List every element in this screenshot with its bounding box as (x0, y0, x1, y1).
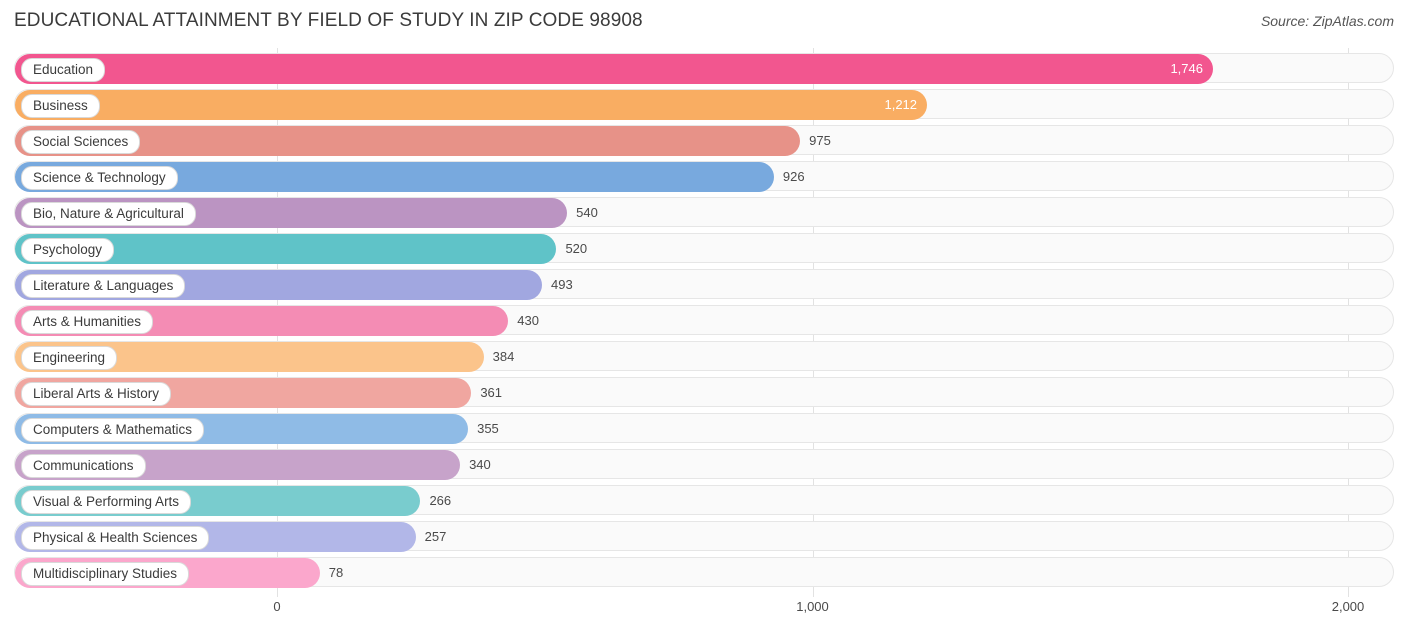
bar-label: Physical & Health Sciences (21, 526, 210, 550)
bar-value: 520 (565, 241, 588, 256)
bar-value: 257 (424, 529, 447, 544)
bar-label: Literature & Languages (21, 274, 186, 298)
table-row: Computers & Mathematics 355 (14, 413, 1394, 444)
bar-value: 540 (576, 205, 598, 220)
bar-label: Multidisciplinary Studies (21, 562, 190, 586)
plot-area: Education 1,746 Business 1,212 Social Scienc… (0, 42, 1406, 597)
bar-label: Engineering (21, 346, 118, 370)
bar-label: Social Sciences (21, 130, 141, 154)
bar-label: Arts & Humanities (21, 310, 154, 334)
chart-header: EDUCATIONAL ATTAINMENT BY FIELD OF STUDY… (0, 0, 1406, 42)
bar-education (15, 54, 1213, 84)
table-row: Liberal Arts & History 361 (14, 377, 1394, 408)
chart-container: EDUCATIONAL ATTAINMENT BY FIELD OF STUDY… (0, 0, 1406, 631)
bar-label: Visual & Performing Arts (21, 490, 192, 514)
bar-value: 266 (429, 493, 452, 508)
bar-label: Science & Technology (21, 166, 178, 190)
bar-value: 430 (517, 313, 539, 328)
bar-value: 384 (492, 349, 515, 364)
bar-label: Education (21, 58, 106, 82)
bar-value: 926 (782, 169, 805, 184)
table-row: Multidisciplinary Studies 78 (14, 557, 1394, 588)
x-tick-label: 0 (273, 599, 281, 614)
bar-value: 78 (328, 565, 344, 580)
bar-value: 1,746 (1170, 61, 1203, 76)
x-axis: 0 1,000 2,000 (0, 597, 1406, 631)
table-row: Psychology 520 (14, 233, 1394, 264)
x-tick-label: 2,000 (1331, 599, 1365, 614)
table-row: Physical & Health Sciences 257 (14, 521, 1394, 552)
bar-label: Communications (21, 454, 146, 478)
bar-value: 340 (469, 457, 491, 472)
bar-value: 493 (551, 277, 573, 292)
table-row: Arts & Humanities 430 (14, 305, 1394, 336)
bar-value: 1,212 (884, 97, 918, 112)
bar-value: 355 (477, 421, 499, 436)
table-row: Science & Technology 926 (14, 161, 1394, 192)
bar-value: 361 (480, 385, 503, 400)
source-attribution: Source: ZipAtlas.com (1260, 13, 1394, 29)
bar-label: Bio, Nature & Agricultural (21, 202, 196, 226)
table-row: Business 1,212 (14, 89, 1394, 120)
bar-label: Business (21, 94, 100, 118)
bar-value: 975 (809, 133, 831, 148)
bar-label: Liberal Arts & History (21, 382, 172, 406)
table-row: Literature & Languages 493 (14, 269, 1394, 300)
table-row: Engineering 384 (14, 341, 1394, 372)
bar-label: Computers & Mathematics (21, 418, 205, 442)
x-tick-label: 1,000 (796, 599, 829, 614)
table-row: Communications 340 (14, 449, 1394, 480)
bar-label: Psychology (21, 238, 115, 262)
table-row: Bio, Nature & Agricultural 540 (14, 197, 1394, 228)
table-row: Visual & Performing Arts 266 (14, 485, 1394, 516)
table-row: Social Sciences 975 (14, 125, 1394, 156)
bar-business (15, 90, 928, 120)
page-title: EDUCATIONAL ATTAINMENT BY FIELD OF STUDY… (14, 10, 643, 31)
table-row: Education 1,746 (14, 53, 1394, 84)
